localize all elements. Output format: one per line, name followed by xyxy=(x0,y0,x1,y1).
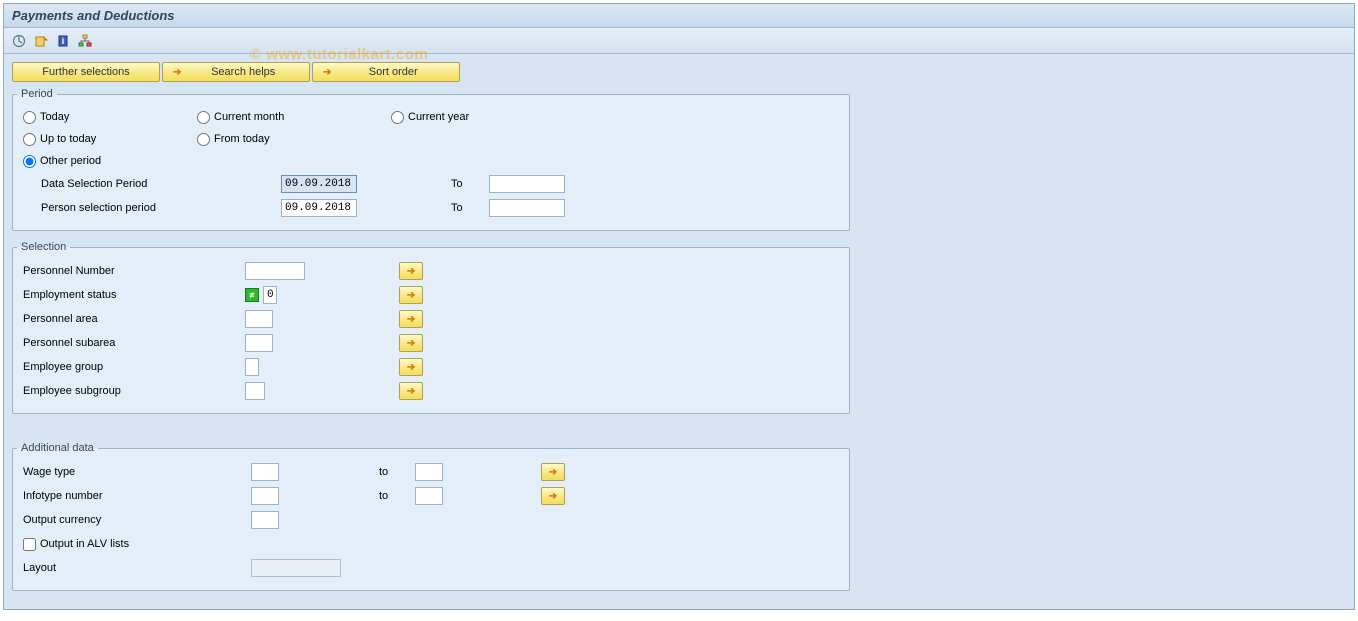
data-selection-period-label: Data Selection Period xyxy=(23,178,281,190)
radio-today[interactable] xyxy=(23,111,36,124)
employee-group-input[interactable] xyxy=(245,358,259,376)
radio-current-year[interactable] xyxy=(391,111,404,124)
arrow-right-icon: ➔ xyxy=(173,67,181,78)
employment-status-label: Employment status xyxy=(23,289,245,301)
radio-other-period-label: Other period xyxy=(40,155,101,167)
to-label: to xyxy=(379,466,415,478)
person-selection-to-input[interactable] xyxy=(489,199,565,217)
arrow-right-icon: ➔ xyxy=(549,467,557,478)
infotype-number-multi-button[interactable]: ➔ xyxy=(541,487,565,505)
variant-icon[interactable] xyxy=(32,32,50,50)
additional-data-group: Additional data Wage type to ➔ Infotype … xyxy=(12,442,850,591)
wage-type-multi-button[interactable]: ➔ xyxy=(541,463,565,481)
radio-up-to-today-label: Up to today xyxy=(40,133,96,145)
employee-subgroup-label: Employee subgroup xyxy=(23,385,245,397)
to-label: To xyxy=(451,178,489,190)
radio-from-today[interactable] xyxy=(197,133,210,146)
arrow-right-icon: ➔ xyxy=(549,491,557,502)
search-helps-button[interactable]: ➔Search helps xyxy=(162,62,310,82)
additional-data-legend: Additional data xyxy=(17,442,98,454)
radio-up-to-today[interactable] xyxy=(23,133,36,146)
execute-icon[interactable] xyxy=(10,32,28,50)
employment-status-multi-button[interactable]: ➔ xyxy=(399,286,423,304)
arrow-right-icon: ➔ xyxy=(407,338,415,349)
personnel-number-input[interactable] xyxy=(245,262,305,280)
infotype-number-from-input[interactable] xyxy=(251,487,279,505)
radio-current-month-label: Current month xyxy=(214,111,284,123)
layout-input[interactable] xyxy=(251,559,341,577)
content-area: Further selections ➔Search helps ➔Sort o… xyxy=(4,54,1354,609)
arrow-right-icon: ➔ xyxy=(407,314,415,325)
svg-text:i: i xyxy=(62,36,65,46)
personnel-number-label: Personnel Number xyxy=(23,265,245,277)
wage-type-label: Wage type xyxy=(23,466,251,478)
radio-from-today-label: From today xyxy=(214,133,270,145)
infotype-number-to-input[interactable] xyxy=(415,487,443,505)
personnel-number-multi-button[interactable]: ➔ xyxy=(399,262,423,280)
arrow-right-icon: ➔ xyxy=(407,266,415,277)
arrow-right-icon: ➔ xyxy=(407,290,415,301)
infotype-number-label: Infotype number xyxy=(23,490,251,502)
personnel-area-multi-button[interactable]: ➔ xyxy=(399,310,423,328)
output-currency-input[interactable] xyxy=(251,511,279,529)
wage-type-from-input[interactable] xyxy=(251,463,279,481)
org-structure-icon[interactable] xyxy=(76,32,94,50)
further-selections-button[interactable]: Further selections xyxy=(12,62,160,82)
data-selection-to-input[interactable] xyxy=(489,175,565,193)
to-label: To xyxy=(451,202,489,214)
selection-legend: Selection xyxy=(17,241,70,253)
sort-order-button[interactable]: ➔Sort order xyxy=(312,62,460,82)
arrow-right-icon: ➔ xyxy=(323,67,331,78)
employee-subgroup-multi-button[interactable]: ➔ xyxy=(399,382,423,400)
personnel-subarea-multi-button[interactable]: ➔ xyxy=(399,334,423,352)
employment-status-input[interactable] xyxy=(263,286,277,304)
radio-current-year-label: Current year xyxy=(408,111,469,123)
personnel-area-input[interactable] xyxy=(245,310,273,328)
personnel-subarea-input[interactable] xyxy=(245,334,273,352)
output-alv-checkbox[interactable] xyxy=(23,538,36,551)
output-alv-label: Output in ALV lists xyxy=(40,538,129,550)
data-selection-from-input[interactable] xyxy=(281,175,357,193)
person-selection-from-input[interactable] xyxy=(281,199,357,217)
arrow-right-icon: ➔ xyxy=(407,362,415,373)
info-icon[interactable]: i xyxy=(54,32,72,50)
selection-button-row: Further selections ➔Search helps ➔Sort o… xyxy=(12,62,1346,82)
page-title: Payments and Deductions xyxy=(4,4,1354,28)
toolbar: i xyxy=(4,28,1354,54)
person-selection-period-label: Person selection period xyxy=(23,202,281,214)
personnel-area-label: Personnel area xyxy=(23,313,245,325)
selection-group: Selection Personnel Number ➔ Employment … xyxy=(12,241,850,414)
wage-type-to-input[interactable] xyxy=(415,463,443,481)
layout-label: Layout xyxy=(23,562,251,574)
not-equal-icon[interactable]: ≠ xyxy=(245,288,259,302)
period-legend: Period xyxy=(17,88,57,100)
employee-subgroup-input[interactable] xyxy=(245,382,265,400)
arrow-right-icon: ➔ xyxy=(407,386,415,397)
radio-other-period[interactable] xyxy=(23,155,36,168)
output-currency-label: Output currency xyxy=(23,514,251,526)
radio-current-month[interactable] xyxy=(197,111,210,124)
radio-today-label: Today xyxy=(40,111,69,123)
period-group: Period Today Current month Current year … xyxy=(12,88,850,231)
personnel-subarea-label: Personnel subarea xyxy=(23,337,245,349)
employee-group-label: Employee group xyxy=(23,361,245,373)
employee-group-multi-button[interactable]: ➔ xyxy=(399,358,423,376)
to-label: to xyxy=(379,490,415,502)
